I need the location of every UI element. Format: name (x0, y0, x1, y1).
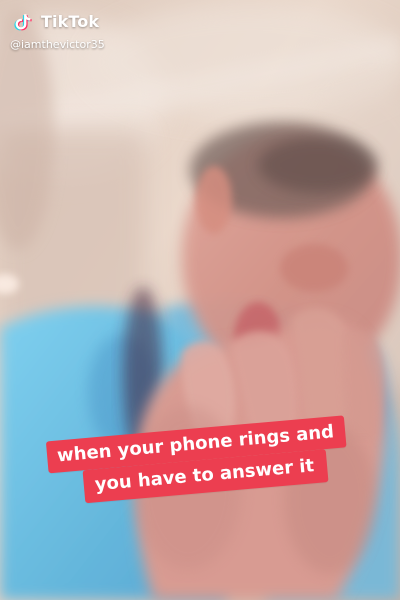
tiktok-note-icon (14, 14, 32, 31)
video-frame: TikTok @iamthevictor35 when your phone r… (0, 0, 400, 600)
tiktok-watermark: TikTok @iamthevictor35 (10, 8, 210, 58)
tiktok-brand-name: TikTok (41, 12, 100, 31)
creator-username: @iamthevictor35 (10, 38, 105, 51)
